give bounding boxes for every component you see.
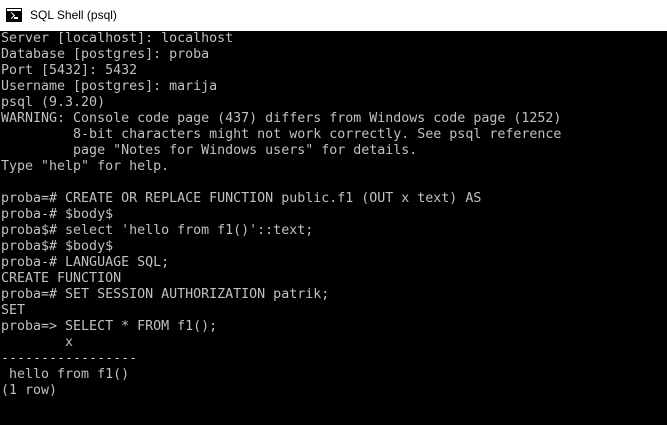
console-line: psql (9.3.20) bbox=[1, 95, 106, 110]
console-line: Server [localhost]: localhost bbox=[1, 31, 234, 46]
console-line: proba=# SET SESSION AUTHORIZATION patrik… bbox=[1, 287, 330, 302]
console-line: Username [postgres]: marija bbox=[1, 79, 218, 94]
console-line: page "Notes for Windows users" for detai… bbox=[1, 143, 418, 158]
console-line: CREATE FUNCTION bbox=[1, 271, 122, 286]
console-line: proba$# select 'hello from f1()'::text; bbox=[1, 223, 314, 238]
console-line: 8-bit characters might not work correctl… bbox=[1, 127, 562, 142]
console-line: ----------------- bbox=[1, 351, 138, 366]
console-line: proba=# CREATE OR REPLACE FUNCTION publi… bbox=[1, 191, 482, 206]
console-line: proba$# $body$ bbox=[1, 239, 114, 254]
console-line: Database [postgres]: proba bbox=[1, 47, 210, 62]
console-line: proba=> SELECT * FROM f1(); bbox=[1, 319, 218, 334]
sql-shell-window: SQL Shell (psql) Server [localhost]: loc… bbox=[0, 0, 667, 425]
window-title: SQL Shell (psql) bbox=[30, 8, 117, 22]
console-line: proba-# $body$ bbox=[1, 207, 114, 222]
console-output[interactable]: Server [localhost]: localhost Database [… bbox=[0, 31, 667, 425]
console-line: WARNING: Console code page (437) differs… bbox=[1, 111, 562, 126]
console-line: proba-# LANGUAGE SQL; bbox=[1, 255, 170, 270]
console-line: x bbox=[1, 335, 74, 350]
console-line: SET bbox=[1, 303, 26, 318]
title-bar[interactable]: SQL Shell (psql) bbox=[0, 0, 667, 31]
console-line: Port [5432]: 5432 bbox=[1, 63, 138, 78]
console-icon bbox=[6, 8, 22, 22]
console-line: hello from f1() bbox=[1, 367, 130, 382]
console-line: Type "help" for help. bbox=[1, 159, 170, 174]
console-line: (1 row) bbox=[1, 383, 58, 398]
